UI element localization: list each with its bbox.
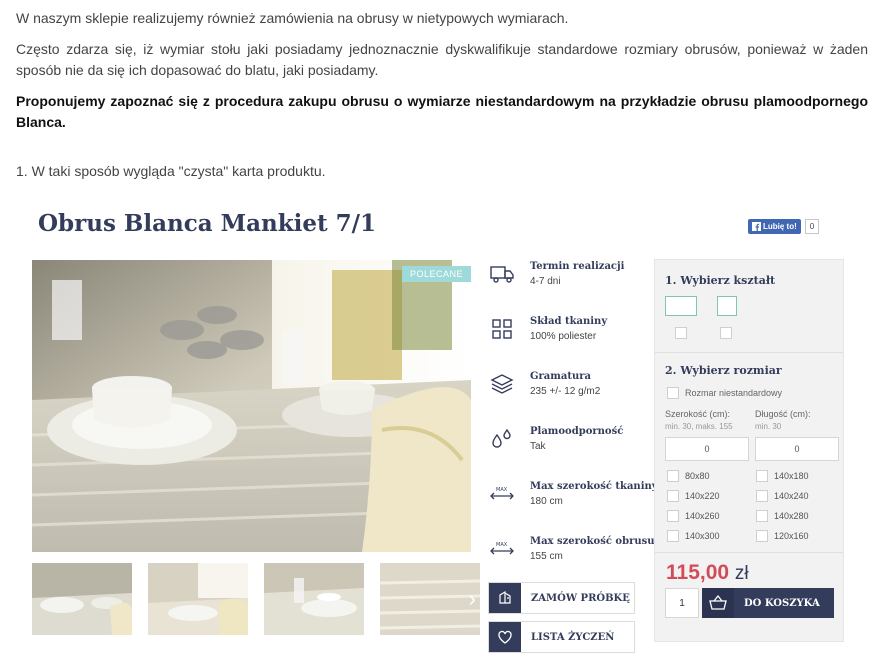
facebook-like[interactable]: Lubię to! 0 bbox=[748, 219, 820, 234]
wishlist-label: LISTA ŻYCZEŃ bbox=[531, 631, 615, 643]
product-photo bbox=[32, 260, 471, 552]
drops-icon bbox=[492, 428, 511, 448]
size-option-label: 80x80 bbox=[685, 471, 710, 481]
basket-icon bbox=[702, 588, 734, 618]
attribute-label: Plamoodporność bbox=[530, 426, 624, 437]
thumbnail-1[interactable] bbox=[32, 563, 132, 635]
chevron-right-icon[interactable]: › bbox=[469, 588, 476, 610]
size-checkbox[interactable] bbox=[756, 490, 768, 502]
attribute-value: Tak bbox=[530, 441, 546, 452]
attribute-value: 4-7 dni bbox=[530, 276, 561, 287]
shape-checkbox-square[interactable] bbox=[720, 327, 732, 339]
thumbnail-4[interactable]: › bbox=[380, 563, 480, 635]
size-checkbox[interactable] bbox=[667, 490, 679, 502]
shape-option-rectangle[interactable] bbox=[665, 296, 697, 316]
facebook-icon bbox=[752, 222, 761, 231]
max-width-icon: MAX bbox=[490, 542, 514, 555]
truck-icon bbox=[490, 266, 514, 283]
attribute-max-tablecloth-width: MAX Max szerokość obrusu 155 cm bbox=[488, 533, 655, 588]
grid-icon bbox=[492, 319, 512, 339]
price-currency: zł bbox=[734, 563, 749, 584]
shape-option-square[interactable] bbox=[717, 296, 737, 316]
max-label: MAX bbox=[496, 542, 508, 548]
recommended-badge: POLECANE bbox=[401, 266, 471, 282]
size-checkbox[interactable] bbox=[667, 470, 679, 482]
width-label: Szerokość (cm): bbox=[665, 409, 731, 419]
thumbnail-3[interactable] bbox=[264, 563, 364, 635]
layers-icon bbox=[490, 374, 514, 394]
max-width-icon: MAX bbox=[490, 487, 514, 500]
length-input[interactable]: 0 bbox=[755, 437, 839, 461]
attribute-value: 100% poliester bbox=[530, 331, 597, 342]
attribute-max-fabric-width: MAX Max szerokość tkaniny 180 cm bbox=[488, 478, 658, 533]
add-to-cart-button[interactable]: DO KOSZYKA bbox=[702, 588, 834, 618]
attribute-label: Termin realizacji bbox=[530, 261, 625, 272]
price-amount: 115,00 bbox=[666, 561, 730, 584]
product-title: Obrus Blanca Mankiet 7/1 bbox=[38, 210, 377, 237]
size-option-label: 140x180 bbox=[774, 471, 809, 481]
size-option-label: 140x240 bbox=[774, 491, 809, 501]
attribute-value: 155 cm bbox=[530, 551, 563, 562]
length-hint: min. 30 bbox=[755, 422, 782, 431]
quantity-input[interactable]: 1 bbox=[665, 588, 699, 618]
divider bbox=[655, 352, 843, 353]
facebook-like-label: Lubię to! bbox=[763, 222, 797, 231]
attribute-label: Max szerokość tkaniny bbox=[530, 481, 658, 492]
width-input[interactable]: 0 bbox=[665, 437, 749, 461]
size-checkbox[interactable] bbox=[756, 470, 768, 482]
attribute-label: Gramatura bbox=[530, 371, 591, 382]
size-heading: 2. Wybierz rozmiar bbox=[665, 364, 782, 377]
size-checkbox[interactable] bbox=[756, 530, 768, 542]
attribute-label: Max szerokość obrusu bbox=[530, 536, 655, 547]
size-checkbox[interactable] bbox=[756, 510, 768, 522]
proposal-paragraph: Proponujemy zapoznać się z procedura zak… bbox=[16, 93, 868, 130]
divider bbox=[655, 552, 843, 553]
attribute-weight: Gramatura 235 +/- 12 g/m2 bbox=[488, 368, 648, 423]
max-label: MAX bbox=[496, 487, 508, 493]
attribute-delivery: Termin realizacji 4-7 dni bbox=[488, 258, 648, 313]
thumbnail-strip: › bbox=[32, 563, 480, 635]
product-main-image[interactable]: POLECANE bbox=[32, 260, 471, 552]
custom-size-label: Rozmar niestandardowy bbox=[685, 388, 783, 398]
order-sample-button[interactable]: ZAMÓW PRÓBKĘ bbox=[488, 582, 635, 614]
attribute-stain-resistance: Plamoodporność Tak bbox=[488, 423, 648, 478]
explanation-paragraph: Często zdarza się, iż wymiar stołu jaki … bbox=[16, 41, 868, 78]
product-attributes: Termin realizacji 4-7 dni Skład tkaniny … bbox=[488, 258, 658, 588]
add-to-cart-label: DO KOSZYKA bbox=[744, 597, 820, 609]
width-hint: min. 30, maks. 155 bbox=[665, 422, 733, 431]
attribute-label: Skład tkaniny bbox=[530, 316, 608, 327]
size-checkbox[interactable] bbox=[667, 510, 679, 522]
article-text: W naszym sklepie realizujemy również zam… bbox=[16, 8, 868, 192]
length-label: Długość (cm): bbox=[755, 409, 811, 419]
thumbnail-2[interactable] bbox=[148, 563, 248, 635]
order-sample-label: ZAMÓW PRÓBKĘ bbox=[531, 592, 630, 604]
size-option-label: 140x220 bbox=[685, 491, 720, 501]
custom-size-checkbox[interactable] bbox=[667, 387, 679, 399]
facebook-like-button[interactable]: Lubię to! bbox=[748, 219, 801, 234]
size-option-label: 140x280 bbox=[774, 511, 809, 521]
size-option-label: 120x160 bbox=[774, 531, 809, 541]
size-checkbox[interactable] bbox=[667, 530, 679, 542]
heart-icon bbox=[489, 622, 521, 652]
product-price: 115,00 zł bbox=[666, 561, 749, 585]
shape-heading: 1. Wybierz kształt bbox=[665, 274, 776, 287]
size-option-label: 140x300 bbox=[685, 531, 720, 541]
attribute-value: 235 +/- 12 g/m2 bbox=[530, 386, 601, 397]
sample-icon bbox=[489, 583, 521, 613]
intro-paragraph: W naszym sklepie realizujemy również zam… bbox=[16, 10, 569, 26]
attribute-value: 180 cm bbox=[530, 496, 563, 507]
step-1-text: 1. W taki sposób wygląda "czysta" karta … bbox=[16, 163, 326, 179]
attribute-composition: Skład tkaniny 100% poliester bbox=[488, 313, 648, 368]
shape-checkbox-rectangle[interactable] bbox=[675, 327, 687, 339]
facebook-like-count: 0 bbox=[804, 219, 820, 234]
size-option-label: 140x260 bbox=[685, 511, 720, 521]
wishlist-button[interactable]: LISTA ŻYCZEŃ bbox=[488, 621, 635, 653]
